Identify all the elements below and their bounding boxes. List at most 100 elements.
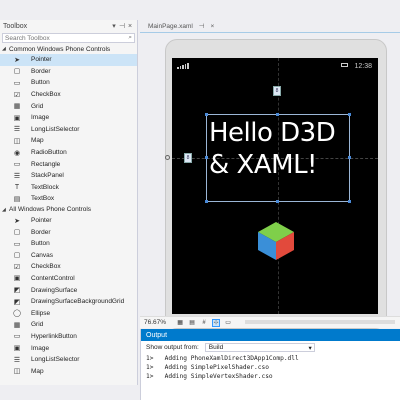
toolbox-item[interactable]: ▣ Image bbox=[0, 112, 137, 124]
toolbox-item-label: DrawingSurface bbox=[31, 286, 78, 294]
toolbox-item[interactable]: ◫ Map bbox=[0, 365, 137, 377]
toolbox-item[interactable]: ▭ Button bbox=[0, 77, 137, 89]
resize-handle-left[interactable] bbox=[165, 155, 170, 160]
search-icon[interactable]: ⌕ bbox=[128, 34, 132, 42]
image-icon: ▣ bbox=[13, 114, 21, 122]
toolbox-item-label: Image bbox=[31, 114, 50, 122]
search-input[interactable] bbox=[5, 34, 129, 42]
pointer-icon: ➤ bbox=[14, 217, 20, 225]
selection-handle[interactable] bbox=[205, 113, 208, 116]
show-output-label: Show output from: bbox=[146, 344, 199, 351]
selection-handle[interactable] bbox=[348, 113, 351, 116]
button-icon: ▭ bbox=[13, 240, 21, 248]
output-source-value: Build bbox=[208, 344, 224, 351]
collapse-triangle-icon[interactable]: ◢ bbox=[2, 46, 9, 52]
selection-handle[interactable] bbox=[205, 200, 208, 203]
toolbox-item[interactable]: ◉ RadioButton bbox=[0, 147, 137, 159]
hello-text-line1: Hello D3D bbox=[209, 118, 336, 148]
ellipse-icon: ◯ bbox=[13, 310, 21, 318]
grid-view-icon[interactable]: ▦ bbox=[176, 319, 184, 327]
toolbox-group-label: Common Windows Phone Controls bbox=[9, 45, 111, 53]
toolbox-item[interactable]: ▭ HyperlinkButton bbox=[0, 331, 137, 343]
toolbox-group-header[interactable]: ◢ All Windows Phone Controls bbox=[0, 205, 137, 215]
output-source-select[interactable]: Build ▾ bbox=[204, 343, 315, 352]
toolbox-item-label: Button bbox=[31, 240, 50, 248]
toolbox-list: ◢ Common Windows Phone Controls ➤ Pointer ▢ B… bbox=[0, 44, 137, 377]
toolbox-item[interactable]: ▢ Canvas bbox=[0, 250, 137, 262]
toolbox-item[interactable]: ☑ CheckBox bbox=[0, 261, 137, 273]
snap-lines-icon[interactable]: ⊹ bbox=[212, 318, 221, 327]
toolbox-item[interactable]: ▦ Grid bbox=[0, 100, 137, 112]
toolbox-item[interactable]: ◯ Ellipse bbox=[0, 307, 137, 319]
toolbox-item[interactable]: ▤ TextBox bbox=[0, 193, 137, 205]
margin-badge-left[interactable]: 8 bbox=[184, 153, 192, 163]
selection-handle[interactable] bbox=[276, 113, 279, 116]
button-icon: ▭ bbox=[13, 79, 21, 87]
toolbox-item[interactable]: ▣ Image bbox=[0, 342, 137, 354]
toolbox-item[interactable]: ☑ CheckBox bbox=[0, 89, 137, 101]
phone-screen[interactable]: 12:38 8 8 Hello D3D & XAML! bbox=[172, 58, 378, 314]
selection-handle[interactable] bbox=[276, 200, 279, 203]
output-text[interactable]: 1> Adding PhoneXamlDirect3DApp1Comp.dll 1… bbox=[141, 354, 400, 382]
toolbox-item[interactable]: ☰ LongListSelector bbox=[0, 124, 137, 136]
toolbox-item[interactable]: ▣ ContentControl bbox=[0, 273, 137, 285]
toolbox-item[interactable]: ◩ DrawingSurface bbox=[0, 284, 137, 296]
pointer-icon: ➤ bbox=[14, 56, 20, 64]
toolbox-item-label: Canvas bbox=[31, 251, 54, 259]
border-icon: ▢ bbox=[13, 68, 21, 76]
toolbox-header: Toolbox ▾ ⊣ × bbox=[0, 20, 137, 32]
tab-mainpage-xaml[interactable]: MainPage.xaml ⊣ × bbox=[145, 20, 235, 32]
toolbox-item[interactable]: T TextBlock bbox=[0, 182, 137, 194]
selection-handle[interactable] bbox=[348, 200, 351, 203]
toolbox-item[interactable]: ◩ DrawingSurfaceBackgroundGrid bbox=[0, 296, 137, 308]
toolbox-item[interactable]: ▦ Grid bbox=[0, 319, 137, 331]
toolbox-item[interactable]: ☰ StackPanel bbox=[0, 170, 137, 182]
output-line: 1> Adding SimplePixelShader.cso bbox=[146, 364, 269, 371]
toolbox-item-label: Ellipse bbox=[31, 309, 51, 317]
toolbox-group-header[interactable]: ◢ Common Windows Phone Controls bbox=[0, 44, 137, 54]
snap-grid-icon[interactable]: ▤ bbox=[188, 319, 196, 327]
margin-badge-top[interactable]: 8 bbox=[273, 86, 281, 96]
pin-icon[interactable]: ⊣ bbox=[118, 22, 126, 30]
close-icon[interactable]: × bbox=[126, 23, 134, 30]
selection-handle[interactable] bbox=[348, 156, 351, 159]
collapse-triangle-icon[interactable]: ◢ bbox=[2, 207, 9, 213]
toolbox-item-label: CheckBox bbox=[31, 91, 61, 99]
toolbox-search[interactable]: ⌕ bbox=[2, 33, 135, 43]
phone-clock: 12:38 bbox=[354, 63, 372, 70]
annotation-icon[interactable]: ▭ bbox=[224, 319, 232, 327]
toolbox-item[interactable]: ◫ Map bbox=[0, 135, 137, 147]
toolbox-item-label: Grid bbox=[31, 102, 44, 110]
hello-text-line2: & XAML! bbox=[209, 150, 317, 180]
toolbox-item-label: StackPanel bbox=[31, 172, 64, 180]
textbox-icon: ▤ bbox=[13, 195, 21, 203]
close-icon[interactable]: × bbox=[210, 23, 214, 30]
toolbox-item[interactable]: ▢ Border bbox=[0, 226, 137, 238]
output-panel: Output Show output from: Build ▾ 1> Addi… bbox=[140, 329, 400, 400]
toolbox-item[interactable]: ▭ Rectangle bbox=[0, 158, 137, 170]
toolbox-item-label: TextBlock bbox=[31, 183, 59, 191]
toolbox-item[interactable]: ➤ Pointer bbox=[0, 54, 137, 66]
map-icon: ◫ bbox=[13, 368, 21, 376]
pin-icon[interactable]: ⊣ bbox=[199, 22, 205, 30]
image-icon: ▣ bbox=[13, 345, 21, 353]
hello-textblock[interactable]: Hello D3D & XAML! bbox=[206, 114, 350, 202]
selection-handle[interactable] bbox=[205, 156, 208, 159]
toolbox-item[interactable]: ➤ Pointer bbox=[0, 215, 137, 227]
horizontal-scrollbar[interactable] bbox=[245, 320, 395, 324]
toolbox-item[interactable]: ▭ Button bbox=[0, 238, 137, 250]
toolbox-item-label: Border bbox=[31, 228, 51, 236]
toolbox-title: Toolbox bbox=[3, 22, 28, 30]
toolbox-item[interactable]: ▢ Border bbox=[0, 66, 137, 78]
toolbox-item[interactable]: ☰ LongListSelector bbox=[0, 354, 137, 366]
grid-icon[interactable]: # bbox=[200, 319, 208, 327]
toolbox-item-label: Rectangle bbox=[31, 160, 61, 168]
radio-icon: ◉ bbox=[13, 149, 21, 157]
toolbox-item-label: ContentControl bbox=[31, 274, 75, 282]
toolbox-item-label: DrawingSurfaceBackgroundGrid bbox=[31, 298, 125, 306]
dropdown-icon[interactable]: ▾ bbox=[110, 22, 118, 30]
zoom-level[interactable]: 76.67% bbox=[144, 319, 172, 326]
toolbox-item-label: Pointer bbox=[31, 56, 52, 64]
contentcontrol-icon: ▣ bbox=[13, 275, 21, 283]
toolbox-item-label: Pointer bbox=[31, 217, 52, 225]
